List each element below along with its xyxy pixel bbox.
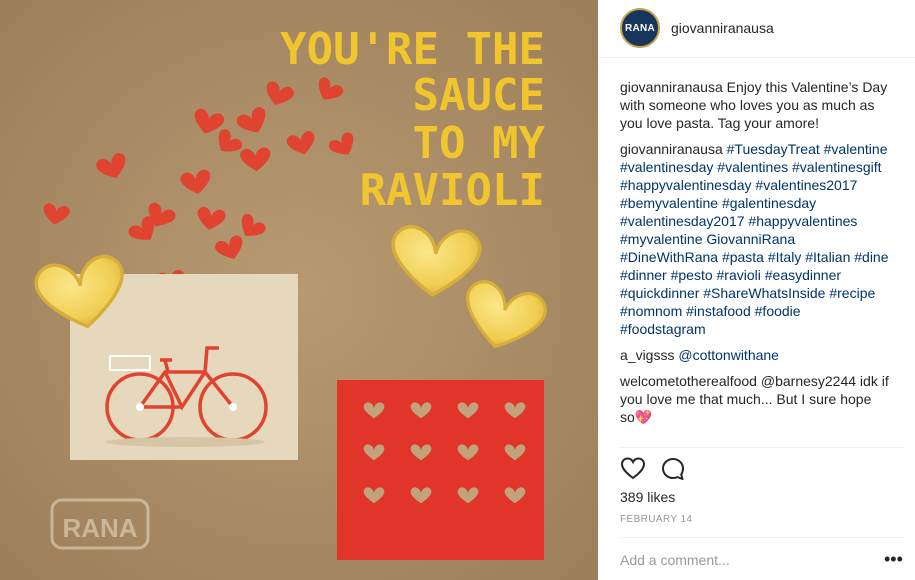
more-options-icon[interactable]: ••• (884, 550, 903, 568)
header-username[interactable]: giovanniranausa (671, 20, 774, 36)
headline-line-2: SAUCE (413, 70, 545, 121)
post-date: FEBRUARY 14 (620, 514, 693, 525)
comment-username[interactable]: a_vigsss (620, 347, 674, 363)
comment-username[interactable]: giovanniranausa (620, 141, 723, 157)
comment-list: giovanniranausa Enjoy this Valentine’s D… (620, 78, 890, 446)
divider (620, 447, 905, 448)
svg-text:RANA: RANA (62, 513, 137, 543)
headline-line-1: YOU'RE THE (280, 24, 545, 75)
heart-cutout-card (337, 380, 544, 560)
headline-line-4: RAVIOLI (360, 165, 545, 216)
add-comment-input[interactable] (620, 552, 870, 568)
post-image[interactable]: YOU'RE THE SAUCE TO MY RAVIOLI RANA (0, 0, 598, 580)
caption-comment: giovanniranausa Enjoy this Valentine’s D… (620, 78, 890, 132)
comment-text[interactable]: @cottonwithane (678, 347, 779, 363)
avatar[interactable]: RANA (620, 8, 660, 48)
comment-username[interactable]: giovanniranausa (620, 79, 723, 95)
post-header: RANA giovanniranausa (598, 0, 915, 58)
comment-username[interactable]: welcometotherealfood (620, 373, 757, 389)
post-sidebar: RANA giovanniranausa giovanniranausa Enj… (598, 0, 915, 580)
heart-outline-icon[interactable] (620, 456, 646, 482)
avatar-label: RANA (624, 22, 656, 34)
headline-line-3: TO MY (413, 118, 546, 169)
list-item: a_vigsss @cottonwithane ✕ (620, 346, 890, 364)
speech-bubble-icon[interactable] (660, 456, 686, 482)
hashtag-comment: giovanniranausa #TuesdayTreat #valentine… (620, 140, 890, 338)
divider (620, 537, 905, 538)
like-count[interactable]: 389 likes (620, 489, 675, 505)
list-item: welcometotherealfood @barnesy2244 idk if… (620, 372, 890, 426)
comment-text[interactable]: #TuesdayTreat #valentine #valentinesday … (620, 141, 889, 337)
